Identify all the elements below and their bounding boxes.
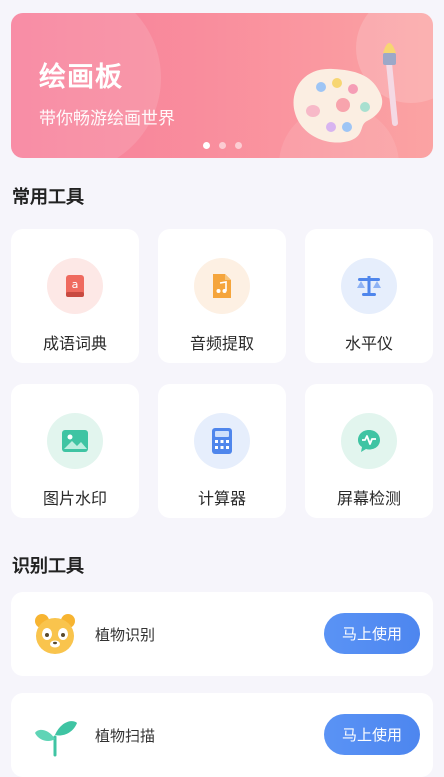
svg-text:a: a bbox=[72, 278, 79, 291]
tool-label: 图片水印 bbox=[42, 489, 107, 508]
tool-label: 计算器 bbox=[197, 489, 246, 508]
use-now-button[interactable]: 马上使用 bbox=[324, 714, 420, 755]
list-item-plant-recognition[interactable]: 植物识别 马上使用 bbox=[11, 592, 433, 676]
tool-card-calculator[interactable]: 计算器 bbox=[158, 384, 286, 518]
list-item-label: 植物扫描 bbox=[95, 727, 156, 745]
tool-card-audio-extract[interactable]: 音频提取 bbox=[158, 229, 286, 363]
audio-file-icon bbox=[194, 258, 250, 314]
tool-label: 成语词典 bbox=[42, 334, 107, 353]
tool-card-image-watermark[interactable]: 图片水印 bbox=[11, 384, 139, 518]
tool-card-screen-check[interactable]: 屏幕检测 bbox=[305, 384, 433, 518]
palette-brush-icon bbox=[293, 43, 398, 143]
list-item-label: 植物识别 bbox=[95, 626, 156, 644]
carousel-dot[interactable] bbox=[202, 142, 210, 149]
dictionary-book-icon: a bbox=[47, 258, 103, 314]
calculator-icon bbox=[194, 413, 250, 469]
banner-subtitle: 带你畅游绘画世界 bbox=[39, 109, 175, 129]
tool-label: 屏幕检测 bbox=[336, 489, 401, 508]
tool-card-spirit-level[interactable]: 水平仪 bbox=[305, 229, 433, 363]
image-icon bbox=[47, 413, 103, 469]
carousel-dot[interactable] bbox=[218, 142, 226, 149]
level-scale-icon bbox=[341, 258, 397, 314]
panda-face-icon bbox=[35, 614, 75, 654]
tool-label: 音频提取 bbox=[189, 334, 254, 353]
carousel-indicator bbox=[11, 142, 433, 149]
section-title-recognition-tools: 识别工具 bbox=[12, 556, 84, 577]
banner-title: 绘画板 bbox=[39, 62, 123, 93]
carousel-dot[interactable] bbox=[234, 142, 242, 149]
use-now-button[interactable]: 马上使用 bbox=[324, 613, 420, 654]
tool-card-idiom-dictionary[interactable]: a 成语词典 bbox=[11, 229, 139, 363]
list-item-plant-scan[interactable]: 植物扫描 马上使用 bbox=[11, 693, 433, 777]
sprout-icon bbox=[35, 721, 77, 757]
screen-check-chat-icon bbox=[341, 413, 397, 469]
banner-carousel[interactable]: 绘画板 带你畅游绘画世界 bbox=[11, 13, 433, 158]
tool-label: 水平仪 bbox=[344, 334, 393, 353]
section-title-common-tools: 常用工具 bbox=[12, 187, 84, 208]
